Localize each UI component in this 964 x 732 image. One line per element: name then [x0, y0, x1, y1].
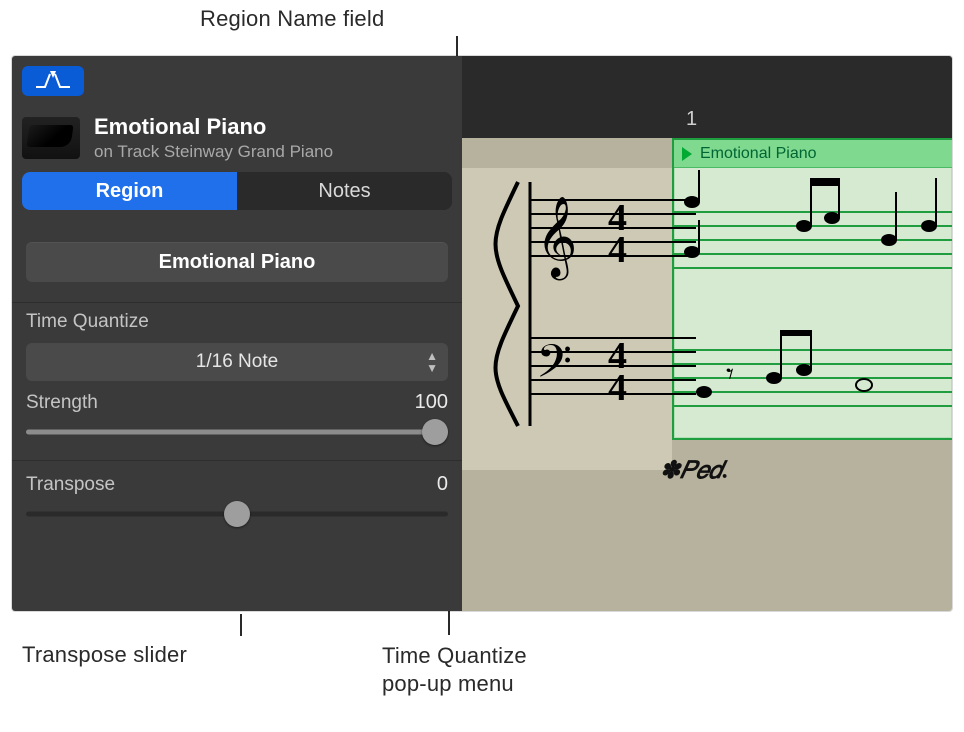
- instrument-thumbnail: [22, 117, 80, 159]
- transpose-label: Transpose: [26, 474, 115, 496]
- catch-playhead-icon: [33, 68, 73, 95]
- bar-ruler[interactable]: 1: [462, 56, 952, 138]
- strength-slider[interactable]: [26, 416, 448, 448]
- region-name-field[interactable]: Emotional Piano: [26, 242, 448, 282]
- transpose-value[interactable]: 0: [437, 473, 448, 496]
- transpose-group: Transpose 0: [12, 460, 462, 536]
- clip-header[interactable]: Emotional Piano: [674, 140, 952, 168]
- treble-clef-icon: 𝄞: [536, 197, 577, 280]
- time-quantize-popup[interactable]: 1/16 Note ▲▼: [26, 343, 448, 381]
- chevron-updown-icon: ▲▼: [426, 350, 438, 374]
- app-screenshot: Emotional Piano on Track Steinway Grand …: [12, 56, 952, 611]
- svg-text:𝄾: 𝄾: [726, 358, 734, 391]
- bar-number: 1: [686, 108, 697, 131]
- annotation-region-name-field: Region Name field: [200, 6, 384, 32]
- strength-label: Strength: [26, 392, 98, 414]
- strength-value[interactable]: 100: [415, 391, 448, 414]
- slider-track: [26, 430, 448, 435]
- grand-staff-gutter: 𝄞 𝄢 4 4 4 4: [482, 164, 696, 464]
- clip-staff-svg: 𝄾: [674, 170, 952, 440]
- play-triangle-icon: [682, 147, 692, 161]
- inspector-header: [12, 56, 462, 100]
- slider-thumb[interactable]: [422, 419, 448, 445]
- annotation-time-quantize-popup: Time Quantize pop-up menu: [382, 642, 572, 697]
- svg-text:4: 4: [608, 367, 627, 409]
- region-identity-row: Emotional Piano on Track Steinway Grand …: [12, 100, 462, 172]
- region-inspector-panel: Emotional Piano on Track Steinway Grand …: [12, 56, 462, 611]
- tab-notes[interactable]: Notes: [237, 172, 452, 210]
- time-quantize-label: Time Quantize: [26, 311, 448, 333]
- strength-row: Strength 100: [26, 381, 448, 416]
- transpose-slider[interactable]: [26, 498, 448, 530]
- midi-region-clip[interactable]: Emotional Piano: [672, 138, 952, 440]
- bass-clef-icon: 𝄢: [536, 337, 572, 399]
- tab-region[interactable]: Region: [22, 172, 237, 210]
- catch-playhead-button[interactable]: [22, 66, 84, 96]
- slider-thumb[interactable]: [224, 501, 250, 527]
- svg-text:4: 4: [608, 229, 627, 271]
- region-name-field-wrap: Emotional Piano: [12, 210, 462, 302]
- time-quantize-group: Time Quantize 1/16 Note ▲▼ Strength 100: [12, 302, 462, 454]
- region-subtitle: on Track Steinway Grand Piano: [94, 142, 333, 162]
- pedal-marking: ✽𝑃𝑒𝑑.: [660, 456, 729, 485]
- leader-line: [240, 614, 242, 636]
- score-editor-area[interactable]: 1 Emotional Piano: [462, 56, 952, 611]
- region-title: Emotional Piano: [94, 114, 333, 140]
- inspector-tabs: Region Notes: [22, 172, 452, 210]
- time-quantize-value: 1/16 Note: [196, 351, 278, 373]
- annotation-transpose-slider: Transpose slider: [22, 642, 187, 668]
- clip-name: Emotional Piano: [700, 145, 817, 163]
